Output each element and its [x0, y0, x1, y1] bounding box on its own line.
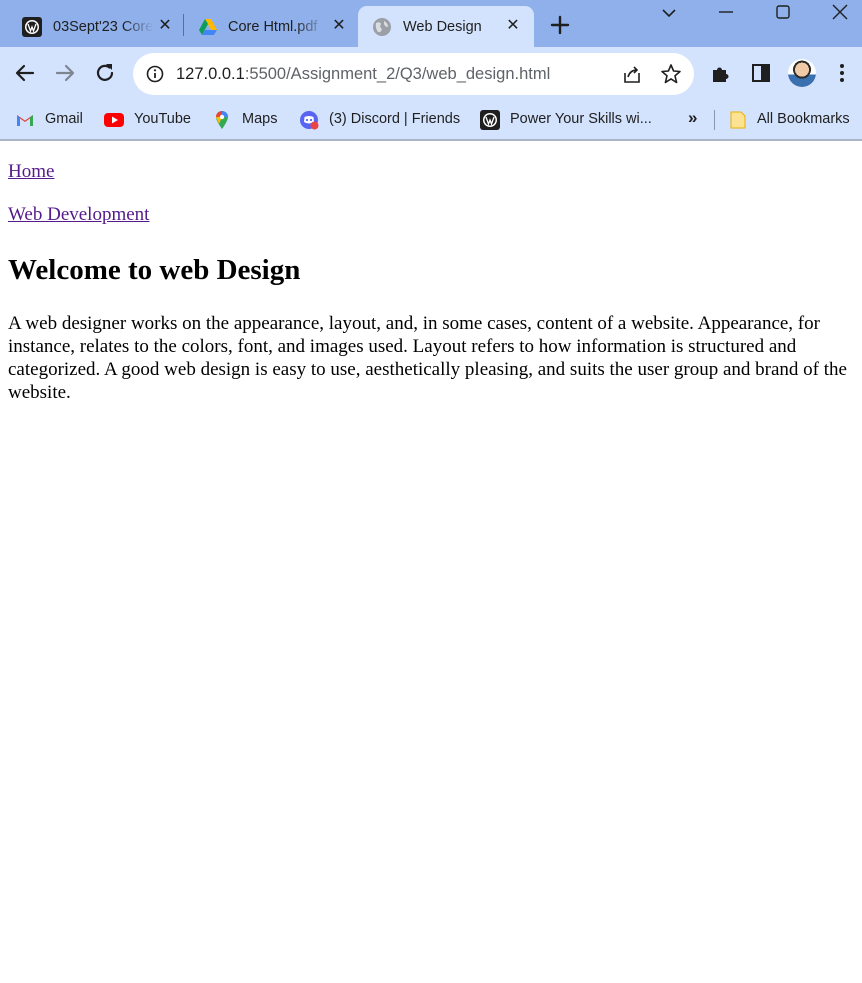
bookmark-power-your-skills[interactable]: Power Your Skills wi...: [480, 101, 670, 139]
tab-core-sept[interactable]: 03Sept'23 Core ✕: [0, 6, 183, 47]
bookmark-label: Power Your Skills wi...: [510, 111, 652, 127]
bookmarks-overflow-button[interactable]: »: [688, 108, 697, 128]
bookmark-star-icon[interactable]: [660, 63, 682, 85]
home-link[interactable]: Home: [8, 161, 54, 182]
tab-core-html-pdf[interactable]: Core Html.pdf ✕: [184, 6, 356, 47]
close-window-icon[interactable]: [828, 2, 852, 24]
reload-icon[interactable]: [93, 61, 117, 85]
tab-title: Core Html.pdf: [228, 19, 318, 35]
bookmarks-separator: [714, 110, 715, 130]
tab-strip: 03Sept'23 Core ✕ Core Html.pdf ✕ Web Des…: [0, 0, 862, 47]
bookmark-label: Maps: [242, 111, 278, 127]
page-content: Home Web Development Welcome to web Desi…: [0, 141, 862, 983]
more-menu-icon[interactable]: [831, 62, 853, 84]
wordpress-favicon-icon: [22, 17, 42, 37]
url-text[interactable]: 127.0.0.1:5500/Assignment_2/Q3/web_desig…: [176, 64, 550, 84]
discord-icon: [300, 111, 319, 130]
side-panel-icon[interactable]: [750, 62, 772, 84]
tab-title: Web Design: [403, 19, 482, 35]
bookmark-label: Gmail: [45, 111, 83, 127]
bookmark-label: (3) Discord | Friends: [329, 111, 461, 127]
google-drive-favicon-icon: [199, 19, 217, 35]
bookmark-label: YouTube: [134, 111, 191, 127]
tab-search-chevron-icon[interactable]: [657, 2, 681, 24]
browser-toolbar: 127.0.0.1:5500/Assignment_2/Q3/web_desig…: [0, 47, 862, 101]
new-tab-icon[interactable]: [549, 14, 571, 36]
wordpress-favicon-icon: [480, 110, 500, 130]
close-tab-icon[interactable]: ✕: [503, 16, 523, 36]
address-bar[interactable]: 127.0.0.1:5500/Assignment_2/Q3/web_desig…: [133, 53, 694, 95]
web-development-link-paragraph: Web Development: [8, 204, 149, 226]
maps-icon: [216, 111, 228, 129]
gmail-icon: [17, 115, 33, 126]
tab-web-design[interactable]: Web Design ✕: [358, 6, 534, 47]
profile-avatar[interactable]: [788, 59, 816, 87]
bookmark-gmail[interactable]: Gmail: [15, 101, 95, 139]
url-path: :5500/Assignment_2/Q3/web_design.html: [244, 65, 551, 83]
tab-title: 03Sept'23 Core: [53, 19, 153, 35]
all-bookmarks-label: All Bookmarks: [757, 111, 850, 127]
bookmark-youtube[interactable]: YouTube: [104, 101, 199, 139]
minimize-icon[interactable]: [714, 2, 738, 24]
globe-favicon-icon: [373, 18, 391, 36]
bookmark-discord[interactable]: (3) Discord | Friends: [299, 101, 469, 139]
folder-icon: [730, 111, 746, 129]
site-info-icon[interactable]: [146, 65, 164, 83]
home-link-paragraph: Home: [8, 161, 54, 183]
bookmarks-bar: Gmail YouTube Maps (3) Discord | Friends: [0, 101, 862, 141]
description-paragraph: A web designer works on the appearance, …: [8, 313, 847, 403]
all-bookmarks-button[interactable]: All Bookmarks: [728, 101, 858, 139]
share-icon[interactable]: [621, 64, 643, 86]
back-arrow-icon[interactable]: [13, 61, 37, 85]
forward-arrow-icon[interactable]: [53, 61, 77, 85]
close-tab-icon[interactable]: ✕: [155, 16, 175, 36]
maximize-icon[interactable]: [771, 2, 795, 24]
page-heading: Welcome to web Design: [8, 254, 301, 286]
url-host: 127.0.0.1: [176, 65, 245, 83]
extensions-puzzle-icon[interactable]: [710, 62, 732, 84]
youtube-icon: [104, 113, 124, 127]
web-development-link[interactable]: Web Development: [8, 204, 149, 225]
bookmark-maps[interactable]: Maps: [212, 101, 287, 139]
close-tab-icon[interactable]: ✕: [329, 16, 349, 36]
